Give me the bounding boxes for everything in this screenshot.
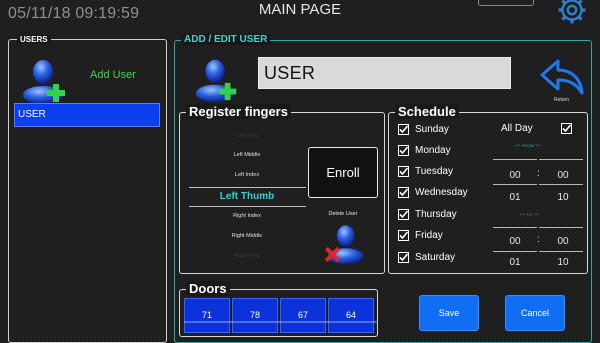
day-label: Saturday — [415, 252, 456, 263]
doors-scroll-bar — [184, 321, 378, 323]
users-panel-legend: USERS — [17, 35, 51, 44]
register-fingers-legend: Register fingers — [186, 104, 291, 119]
schedule-legend: Schedule — [395, 104, 459, 119]
time-separator: : — [537, 168, 540, 179]
add-edit-user-legend: ADD / EDIT USER — [181, 34, 271, 45]
day-label: Friday — [415, 230, 443, 241]
day-label: Sunday — [415, 124, 449, 135]
checkbox-checked-icon[interactable] — [398, 124, 409, 135]
from-minute-next[interactable]: 10 — [543, 192, 583, 203]
add-user-icon — [23, 60, 65, 104]
checkbox-checked-icon[interactable] — [398, 252, 409, 263]
finger-option[interactable]: Left Index — [192, 172, 302, 178]
time-divider — [539, 251, 583, 252]
user-list-item[interactable]: USER — [14, 103, 160, 127]
finger-option[interactable]: Left Middle — [192, 152, 302, 158]
to-minute[interactable]: 00 — [543, 236, 583, 247]
checkbox-checked-icon[interactable] — [398, 166, 409, 177]
door-button[interactable]: 64 — [328, 298, 374, 333]
add-user-icon — [195, 59, 237, 103]
to-minute-next[interactable]: 10 — [543, 257, 583, 268]
add-user-button[interactable] — [19, 56, 71, 104]
save-button[interactable]: Save — [419, 295, 479, 331]
time-divider — [539, 227, 583, 228]
checkbox-checked-icon[interactable] — [398, 230, 409, 241]
from-minute[interactable]: 00 — [543, 170, 583, 181]
delete-user-icon — [324, 225, 364, 265]
all-day-label: All Day — [501, 123, 533, 134]
time-divider — [493, 251, 537, 252]
user-list-item-label: USER — [18, 109, 46, 120]
checkbox-checked-icon[interactable] — [398, 209, 409, 220]
time-divider — [539, 159, 583, 160]
gear-icon — [558, 0, 586, 24]
users-panel: USERS Add User USER — [8, 35, 167, 343]
to-label: *** TO *** — [520, 212, 539, 217]
door-button[interactable]: 71 — [184, 298, 230, 333]
day-label: Wednesday — [415, 187, 468, 198]
finger-option[interactable]: Right Index — [192, 213, 302, 219]
add-user-label[interactable]: Add User — [90, 69, 136, 81]
schedule-panel: Schedule Sunday Monday Tuesday Wednesday… — [388, 104, 588, 274]
finger-option-selected[interactable]: Left Thumb — [192, 191, 302, 202]
time-divider — [493, 159, 537, 160]
username-input[interactable]: USER — [258, 57, 511, 89]
all-day-checkbox[interactable] — [561, 123, 572, 134]
cancel-button[interactable]: Cancel — [505, 295, 565, 331]
finger-selector-line — [189, 206, 306, 207]
time-separator: : — [537, 234, 540, 245]
to-hour[interactable]: 00 — [495, 236, 535, 247]
door-button[interactable]: 78 — [232, 298, 278, 333]
enroll-button[interactable]: Enroll — [308, 147, 378, 198]
finger-option[interactable]: Right Middle — [192, 233, 302, 239]
day-label: Tuesday — [415, 166, 453, 177]
doors-panel: Doors 71 78 67 64 — [179, 281, 378, 337]
day-label: Monday — [415, 145, 451, 156]
checkbox-checked-icon[interactable] — [398, 145, 409, 156]
register-fingers-panel: Register fingers Left Ring Left Middle L… — [179, 104, 385, 274]
delete-user-label: Delete User — [328, 211, 358, 217]
time-divider — [493, 227, 537, 228]
time-divider — [493, 184, 537, 185]
day-label: Thursday — [415, 209, 457, 220]
from-hour-next[interactable]: 01 — [495, 192, 535, 203]
door-button[interactable]: 67 — [280, 298, 326, 333]
add-edit-user-panel: ADD / EDIT USER USER Return Register fin… — [174, 34, 592, 343]
top-tab-button[interactable] — [478, 0, 534, 6]
return-arrow-icon — [540, 59, 584, 95]
user-photo-button[interactable] — [192, 54, 242, 104]
doors-legend: Doors — [186, 281, 230, 296]
from-hour[interactable]: 00 — [495, 170, 535, 181]
return-label: Return — [554, 97, 570, 103]
to-hour-next[interactable]: 01 — [495, 257, 535, 268]
finger-option[interactable]: Right Ring — [192, 253, 302, 259]
finger-selector-line — [189, 187, 306, 188]
delete-user-button[interactable] — [321, 220, 367, 266]
checkbox-checked-icon[interactable] — [398, 187, 409, 198]
from-label: *** FROM *** — [515, 143, 541, 148]
time-divider — [539, 184, 583, 185]
settings-button[interactable] — [555, 0, 589, 26]
finger-option[interactable]: Left Ring — [192, 133, 302, 139]
